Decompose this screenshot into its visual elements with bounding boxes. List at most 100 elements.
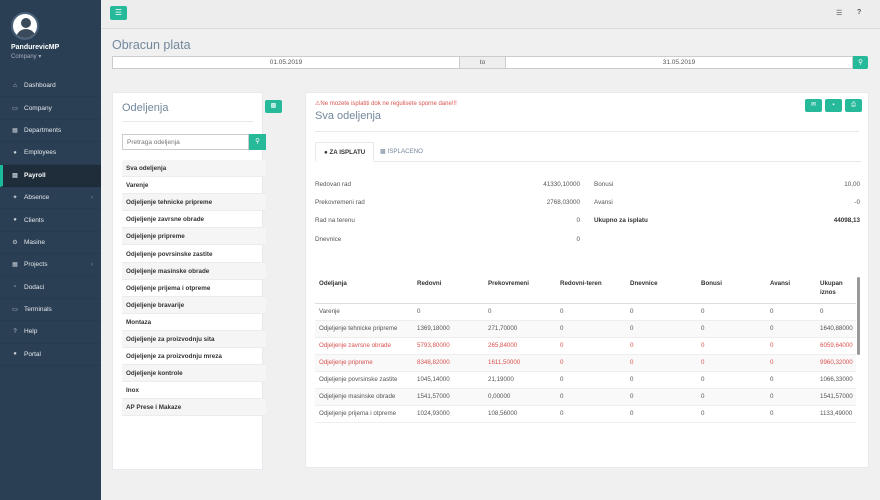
folder-button[interactable]: ▪ (825, 99, 842, 112)
department-item[interactable]: Odjeljenje prijema i otpreme (122, 280, 266, 297)
sidebar-item-portal[interactable]: ● Portal (0, 344, 101, 367)
table-cell: 1611,50000 (484, 354, 556, 372)
department-item[interactable]: Inox (122, 382, 266, 400)
table-cell: 0 (697, 405, 766, 423)
sidebar-item-terminals[interactable]: ▭ Terminals (0, 299, 101, 322)
column-header[interactable]: Redovni (413, 274, 484, 304)
department-item[interactable]: Odjeljenje za proizvodnju mreza (122, 348, 266, 366)
projects-icon: ▦ (12, 262, 18, 269)
table-cell: 1369,18000 (413, 320, 484, 338)
avansi-value: -0 (854, 199, 860, 206)
sidebar: PandurevicMP Company ▾ ⌂ Dashboard ▭ Compan… (0, 0, 101, 500)
table-cell: 0 (626, 405, 697, 423)
column-header[interactable]: Avansi (766, 274, 816, 304)
sidebar-item-label: Portal (24, 350, 41, 358)
scrollbar[interactable] (857, 277, 860, 355)
table-row[interactable]: Varenje 0 0 0 0 0 0 0 (315, 303, 856, 321)
search-button[interactable]: ⚲ (853, 56, 868, 69)
department-item[interactable]: Odjeljenje masinske obrade (122, 262, 266, 280)
page-title: Obracun plata (112, 38, 191, 52)
column-header[interactable]: Redovni-teren (556, 274, 626, 304)
date-from-input[interactable]: 01.05.2019 (112, 56, 460, 69)
table-cell: 0 (556, 405, 626, 423)
department-item[interactable]: Odjeljenje zavrsne obrade (122, 211, 266, 229)
column-header[interactable]: Prekovremeni (484, 274, 556, 304)
table-header-row: Odeljanja Redovni Prekovremeni Redovni-tere… (315, 274, 856, 304)
sidebar-item-absence[interactable]: ✦ Absence ‹ (0, 187, 101, 210)
department-item[interactable]: AP Prese i Makaze (122, 399, 266, 417)
department-item[interactable]: Odjeljenje tehnicke pripreme (122, 194, 266, 212)
employees-icon: ● (13, 149, 17, 156)
table-cell: 1541,57000 (413, 388, 484, 406)
table-cell: 0 (766, 320, 816, 338)
column-header[interactable]: Odeljanja (315, 274, 413, 304)
sidebar-item-masine[interactable]: ⚙ Masine (0, 232, 101, 255)
prekovremeni-label: Prekovremeni rad (315, 199, 365, 206)
column-header[interactable]: Bonusi (697, 274, 766, 304)
department-item[interactable]: Montaza (122, 314, 266, 331)
table-cell: 0 (697, 354, 766, 372)
sidebar-nav: ⌂ Dashboard ▭ Company ▦ Departments ● Employees… (0, 75, 101, 367)
terminals-icon: ▭ (12, 307, 18, 314)
print-button[interactable]: ⎙ (845, 99, 862, 112)
tab-isplaceno[interactable]: ▩ ISPLACENO (372, 142, 431, 162)
table-row[interactable]: Odjeljenje zavrsne obrade 5793,80000 265,8… (315, 337, 856, 355)
column-header[interactable]: Dnevnice (626, 274, 697, 304)
departments-table: Odeljanja Redovni Prekovremeni Redovni-tere… (315, 274, 856, 423)
dashboard-icon: ⌂ (13, 82, 17, 89)
table-cell: Odjeljenje prijema i otpreme (315, 405, 413, 423)
department-item[interactable]: Odjeljenje povrsinske zastite (122, 246, 266, 263)
department-item[interactable]: Varenje (122, 177, 266, 195)
sidebar-item-label: Dashboard (24, 82, 56, 90)
table-cell: 0 (626, 337, 697, 355)
sidebar-item-label: Payroll (24, 171, 46, 179)
department-item[interactable]: Odjeljenje kontrole (122, 365, 266, 383)
sidebar-item-company[interactable]: ▭ Company (0, 97, 101, 120)
avatar[interactable] (11, 12, 39, 40)
department-item[interactable]: Odjeljenje pripreme (122, 228, 266, 246)
table-row[interactable]: Odjeljenje prijema i otpreme 1024,93000 10… (315, 405, 856, 423)
sidebar-item-employees[interactable]: ● Employees (0, 142, 101, 165)
department-item[interactable]: Sva odeljenja (122, 160, 266, 177)
table-body: Varenje 0 0 0 0 0 0 0 Odjeljenje tehnicke pripre… (315, 303, 856, 423)
chevron-left-icon: ‹ (91, 194, 93, 201)
menu-toggle-button[interactable]: ☰ (110, 6, 127, 20)
department-search-button[interactable]: ⚲ (249, 134, 266, 150)
table-cell: 1024,93000 (413, 405, 484, 423)
list-icon[interactable]: ☰ (836, 9, 842, 17)
divider (122, 121, 253, 122)
tab-za-isplatu[interactable]: ● ZA ISPLATU (315, 142, 375, 162)
department-item[interactable]: Odjeljenje bravarije (122, 296, 266, 314)
sidebar-item-clients[interactable]: ● Clients (0, 209, 101, 232)
sidebar-item-projects[interactable]: ▦ Projects ‹ (0, 254, 101, 277)
sidebar-item-help[interactable]: ? Help (0, 321, 101, 344)
redovan-value: 41330,10000 (543, 181, 580, 188)
table-cell: 0 (766, 337, 816, 355)
table-cell: 0 (697, 303, 766, 321)
table-cell: 0 (766, 354, 816, 372)
date-to-input[interactable]: 31.05.2019 (505, 56, 853, 69)
email-button[interactable]: ✉ (805, 99, 822, 112)
sidebar-item-dashboard[interactable]: ⌂ Dashboard (0, 75, 101, 98)
date-range: 01.05.2019 to 31.05.2019 ⚲ (112, 56, 868, 69)
table-cell: 5793,80000 (413, 337, 484, 355)
company-dropdown[interactable]: Company ▾ (11, 53, 101, 60)
table-row[interactable]: Odjeljenje masinske obrade 1541,57000 0,00… (315, 388, 856, 406)
table-row[interactable]: Odjeljenje pripreme 8348,82000 1611,50000 0… (315, 354, 856, 372)
table-row[interactable]: Odjeljenje povrsinske zastite 1045,14000 2… (315, 371, 856, 389)
column-header[interactable]: Ukupan iznos (816, 274, 856, 304)
help-icon[interactable]: ? (857, 9, 861, 16)
sidebar-item-departments[interactable]: ▦ Departments (0, 120, 101, 143)
chart-button[interactable]: ▩ (265, 100, 282, 113)
department-item[interactable]: Odjeljenje za proizvodnju sita (122, 331, 266, 348)
panel-title: Sva odeljenja (315, 110, 382, 122)
department-search-input[interactable] (122, 134, 249, 150)
sidebar-item-dodaci[interactable]: ▫ Dodaci (0, 277, 101, 299)
user-name: PandurevicMP (11, 44, 60, 51)
table-cell: 1541,57000 (816, 388, 856, 406)
table-cell: Odjeljenje tehnicke pripreme (315, 320, 413, 338)
sidebar-item-payroll[interactable]: ▤ Payroll (0, 164, 101, 187)
table-row[interactable]: Odjeljenje tehnicke pripreme 1369,18000 27… (315, 320, 856, 338)
tabs: ● ZA ISPLATU ▩ ISPLACENO (315, 142, 861, 162)
masine-icon: ⚙ (12, 239, 18, 246)
